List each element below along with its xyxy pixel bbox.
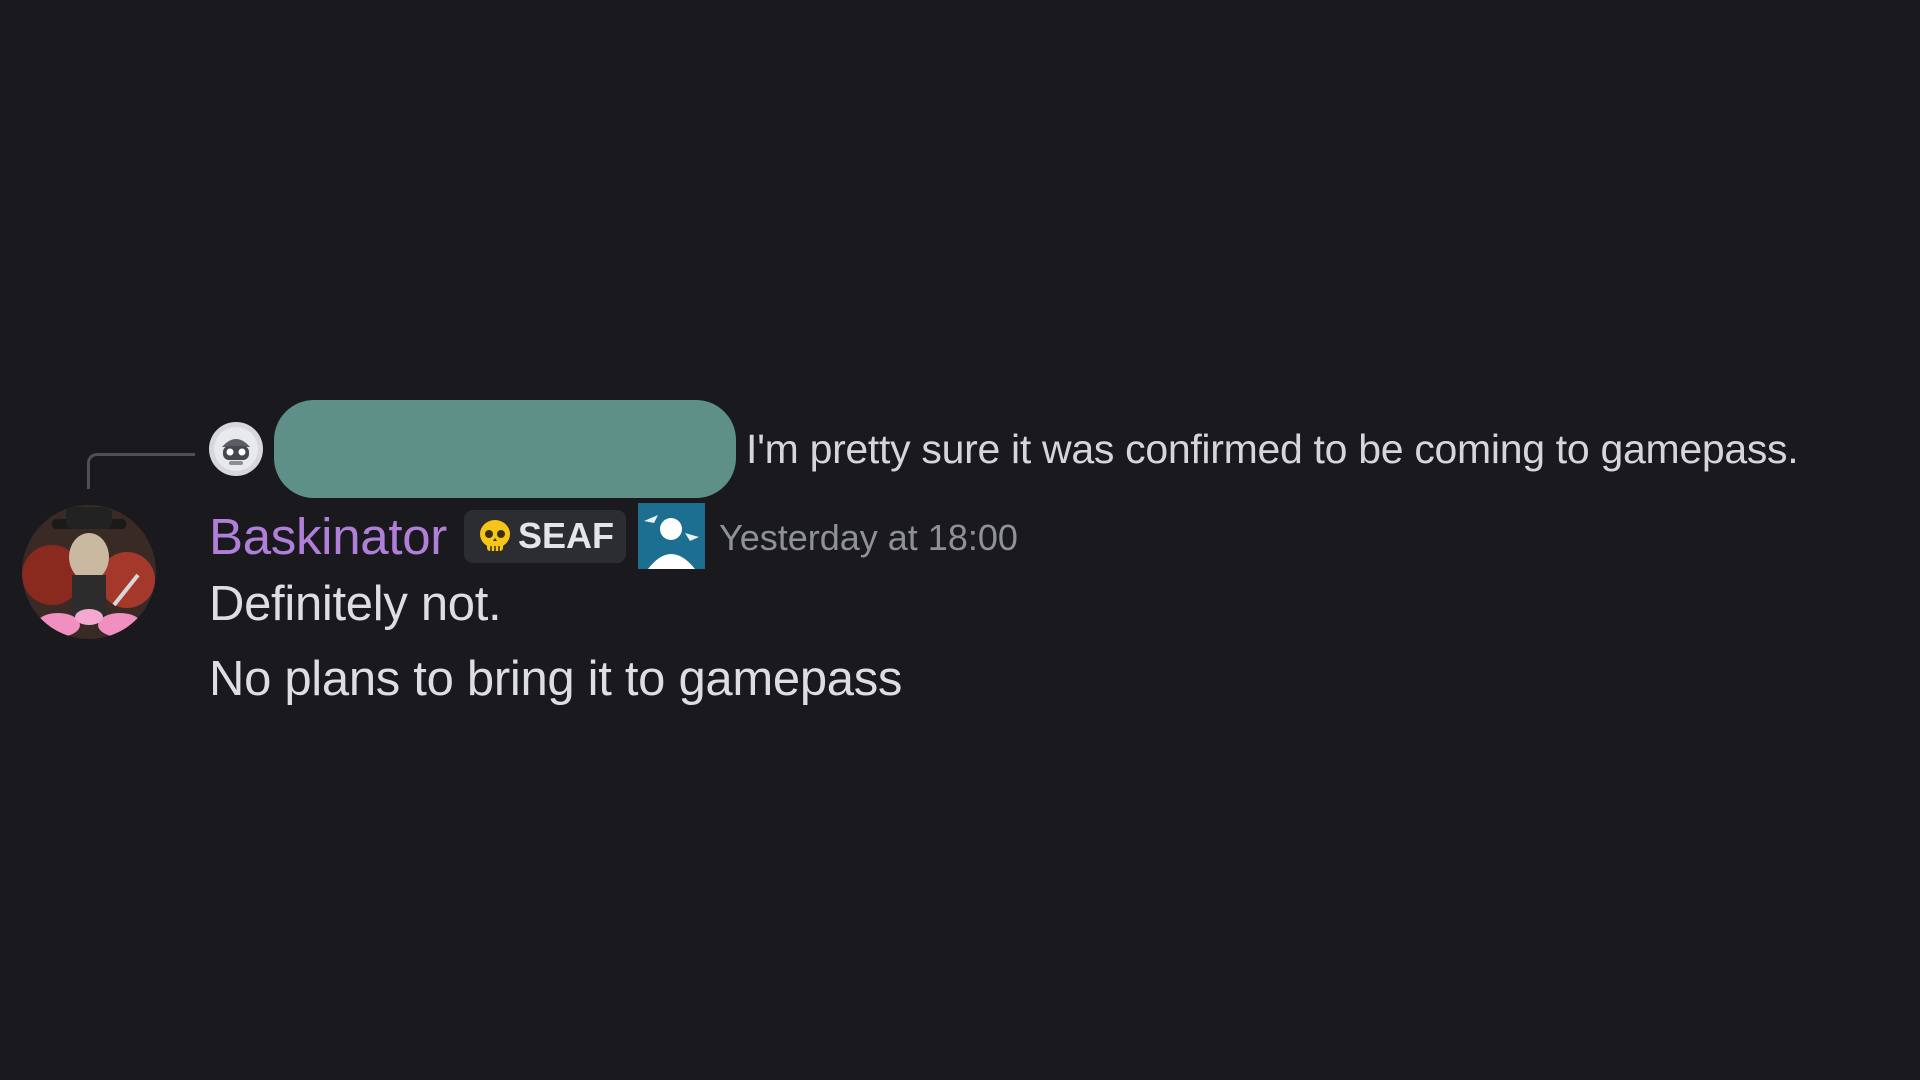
robot-avatar-icon <box>214 427 258 471</box>
message-line: No plans to bring it to gamepass <box>209 652 903 706</box>
reply-message-text[interactable]: I'm pretty sure it was confirmed to be c… <box>746 426 1799 473</box>
role-tag-label: SEAF <box>517 515 614 556</box>
author-avatar[interactable] <box>22 505 156 639</box>
reply-connector <box>87 453 195 489</box>
redacted-reply-author <box>274 400 736 498</box>
role-tag[interactable]: SEAF <box>463 509 626 563</box>
author-username[interactable]: Baskinator <box>209 507 447 566</box>
author-avatar-image <box>22 505 156 639</box>
soldier-role-icon[interactable] <box>637 503 705 569</box>
reply-author-avatar[interactable] <box>209 422 263 476</box>
reply-preview[interactable]: I'm pretty sure it was confirmed to be c… <box>209 400 1799 498</box>
message-header: Baskinator SEAF Yesterday at 18:00 <box>209 503 1018 569</box>
chat-view: I'm pretty sure it was confirmed to be c… <box>0 0 1920 1080</box>
soldier-figure-icon <box>643 515 699 569</box>
skull-icon <box>479 520 510 551</box>
message-timestamp[interactable]: Yesterday at 18:00 <box>719 513 1018 559</box>
message-line: Definitely not. <box>209 577 502 631</box>
